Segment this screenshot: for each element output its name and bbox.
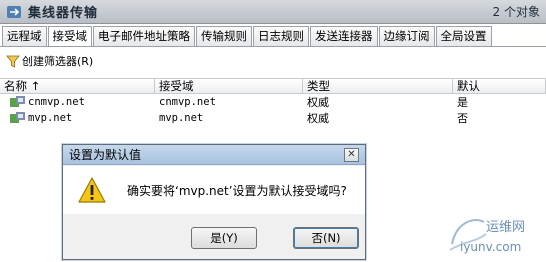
warning-icon: [78, 177, 106, 203]
dialog-close-button[interactable]: ✕: [344, 148, 359, 162]
row-name: mvp.net: [28, 112, 73, 124]
row-accepted-domain: cnmvp.net: [159, 96, 216, 108]
row-accepted-domain: mvp.net: [159, 112, 204, 124]
tab-transport-rules[interactable]: 传输规则: [196, 26, 252, 46]
confirm-dialog: 设置为默认值 ✕ 确实要将‘mvp.net’设置为默认接受域吗? 是(Y) 否(…: [62, 144, 366, 260]
list-header: 名称 ↑ 接受域 类型 默认: [0, 78, 546, 94]
table-row[interactable]: mvp.net mvp.net 权威 否: [0, 110, 546, 126]
tab-accepted-domains[interactable]: 接受域: [47, 26, 92, 47]
dialog-message: 确实要将‘mvp.net’设置为默认接受域吗?: [127, 183, 347, 198]
hub-transport-icon: [7, 5, 21, 18]
column-type[interactable]: 类型: [303, 79, 453, 94]
tab-remote-domains[interactable]: 远程域: [2, 26, 47, 46]
yes-button[interactable]: 是(Y): [191, 227, 257, 249]
filter-icon: [6, 55, 20, 68]
tab-divider: [0, 46, 546, 47]
panel-title: 集线器传输: [28, 6, 99, 21]
watermark: 运维网 iyunv.com: [446, 212, 546, 260]
row-type: 权威: [307, 96, 329, 109]
domain-icon: [10, 112, 25, 123]
column-accepted-domain[interactable]: 接受域: [155, 79, 303, 94]
dialog-title: 设置为默认值: [69, 148, 142, 162]
tab-email-address-policies[interactable]: 电子邮件地址策略: [93, 26, 195, 46]
no-button[interactable]: 否(N): [293, 227, 359, 249]
row-type: 权威: [307, 112, 329, 125]
column-default[interactable]: 默认: [453, 79, 546, 94]
create-filter-label: 创建筛选器(R): [22, 55, 94, 68]
row-default: 是: [457, 96, 468, 109]
panel-header: 集线器传输 2 个对象: [0, 0, 546, 24]
close-icon: ✕: [347, 149, 356, 160]
dialog-titlebar: 设置为默认值: [63, 145, 365, 165]
domain-icon: [10, 96, 25, 107]
watermark-text: 运维网: [486, 220, 526, 235]
tab-global-settings[interactable]: 全局设置: [435, 26, 492, 46]
tab-journal-rules[interactable]: 日志规则: [253, 26, 309, 46]
accepted-domains-list: 名称 ↑ 接受域 类型 默认 cnmvp.net cnmvp.net 权威 是 …: [0, 78, 546, 126]
tab-send-connectors[interactable]: 发送连接器: [310, 26, 378, 46]
watermark-domain: iyunv.com: [460, 240, 522, 254]
row-name: cnmvp.net: [28, 96, 85, 108]
tab-strip: 远程域 接受域 电子邮件地址策略 传输规则 日志规则 发送连接器 边缘订阅 全局…: [2, 26, 493, 47]
tab-edge-subscriptions[interactable]: 边缘订阅: [378, 26, 435, 46]
row-default: 否: [457, 112, 468, 125]
create-filter-button[interactable]: 创建筛选器(R): [6, 52, 93, 70]
column-name[interactable]: 名称 ↑: [0, 79, 155, 94]
table-row[interactable]: cnmvp.net cnmvp.net 权威 是: [0, 94, 546, 110]
dialog-body: 确实要将‘mvp.net’设置为默认接受域吗?: [63, 166, 365, 214]
object-count: 2 个对象: [492, 5, 540, 19]
